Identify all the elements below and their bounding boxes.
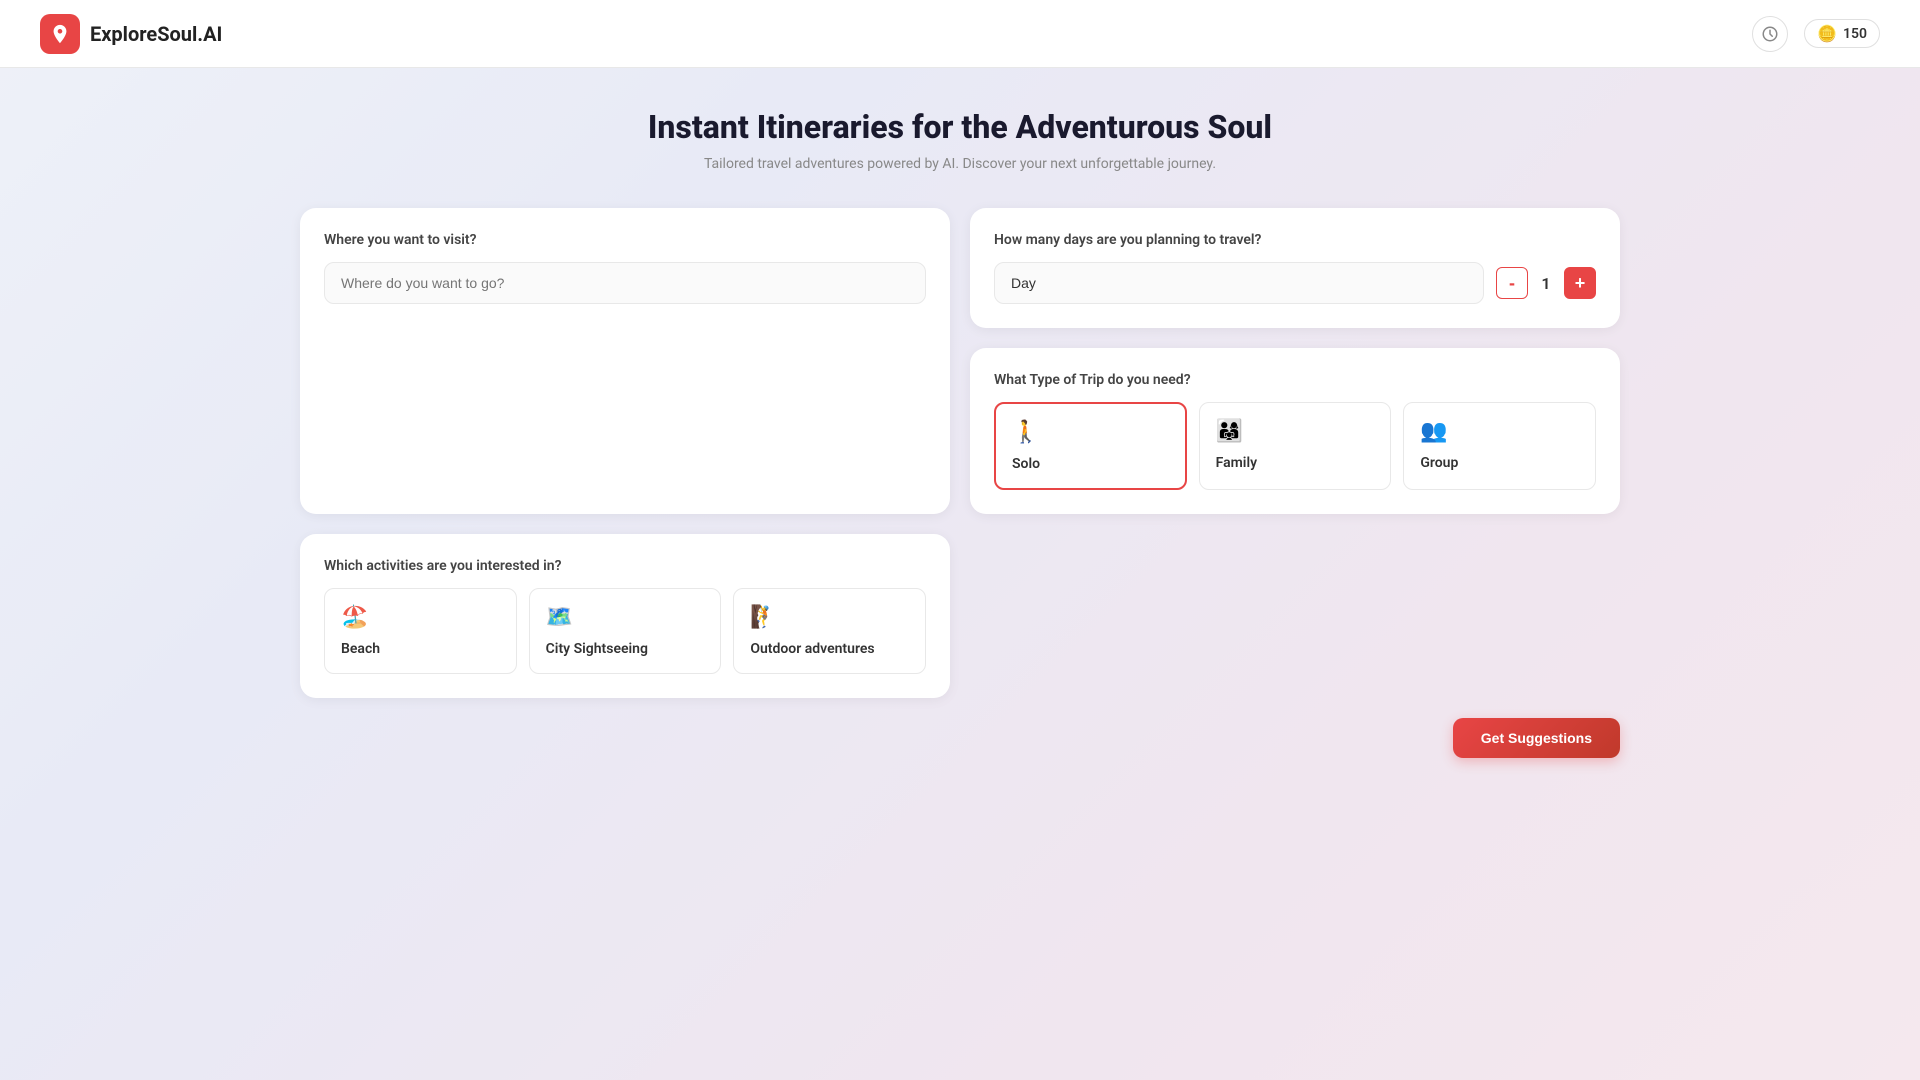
day-input[interactable] bbox=[994, 262, 1484, 304]
header-right: 🪙 150 bbox=[1752, 16, 1880, 52]
trip-type-label: What Type of Trip do you need? bbox=[994, 372, 1596, 388]
family-label: Family bbox=[1216, 455, 1257, 471]
trip-option-family[interactable]: 👨‍👩‍👧 Family bbox=[1199, 402, 1392, 490]
coins-icon: 🪙 bbox=[1817, 24, 1837, 43]
activities-options: 🏖️ Beach 🗺️ City Sightseeing 🧗 Outdoor a… bbox=[324, 588, 926, 674]
family-icon: 👨‍👩‍👧 bbox=[1216, 419, 1375, 444]
activities-label: Which activities are you interested in? bbox=[324, 558, 926, 574]
days-label: How many days are you planning to travel… bbox=[994, 232, 1596, 248]
hero-subtitle: Tailored travel adventures powered by AI… bbox=[300, 156, 1620, 172]
beach-label: Beach bbox=[341, 641, 380, 657]
location-card: Where you want to visit? bbox=[300, 208, 950, 514]
day-counter-row: - 1 + bbox=[994, 262, 1596, 304]
trip-option-solo[interactable]: 🚶 Solo bbox=[994, 402, 1187, 490]
main-content: Instant Itineraries for the Adventurous … bbox=[0, 68, 1920, 798]
trip-type-options: 🚶 Solo 👨‍👩‍👧 Family 👥 Group bbox=[994, 402, 1596, 490]
hero-title: Instant Itineraries for the Adventurous … bbox=[300, 108, 1620, 146]
cta-row: Get Suggestions bbox=[300, 718, 1620, 758]
city-sightseeing-label: City Sightseeing bbox=[546, 641, 648, 657]
clock-button[interactable] bbox=[1752, 16, 1788, 52]
decrement-button[interactable]: - bbox=[1496, 267, 1528, 299]
activity-option-outdoor-adventures[interactable]: 🧗 Outdoor adventures bbox=[733, 588, 926, 674]
beach-icon: 🏖️ bbox=[341, 605, 500, 630]
header: ExploreSoul.AI 🪙 150 bbox=[0, 0, 1920, 68]
trip-option-group[interactable]: 👥 Group bbox=[1403, 402, 1596, 490]
form-grid: Where you want to visit? How many days a… bbox=[300, 208, 1620, 698]
counter-controls: - 1 + bbox=[1496, 267, 1596, 299]
city-sightseeing-icon: 🗺️ bbox=[546, 605, 705, 630]
solo-label: Solo bbox=[1012, 456, 1040, 472]
day-count: 1 bbox=[1536, 274, 1556, 293]
days-card: How many days are you planning to travel… bbox=[970, 208, 1620, 328]
solo-icon: 🚶 bbox=[1012, 420, 1169, 445]
activity-option-beach[interactable]: 🏖️ Beach bbox=[324, 588, 517, 674]
get-suggestions-button[interactable]: Get Suggestions bbox=[1453, 718, 1620, 758]
logo-text: ExploreSoul.AI bbox=[90, 22, 222, 46]
increment-button[interactable]: + bbox=[1564, 267, 1596, 299]
outdoor-adventures-icon: 🧗 bbox=[750, 605, 909, 630]
logo-icon bbox=[40, 14, 80, 54]
outdoor-adventures-label: Outdoor adventures bbox=[750, 641, 874, 657]
coins-count: 150 bbox=[1843, 26, 1867, 42]
activities-card: Which activities are you interested in? … bbox=[300, 534, 950, 698]
coins-badge[interactable]: 🪙 150 bbox=[1804, 19, 1880, 48]
group-icon: 👥 bbox=[1420, 419, 1579, 444]
location-input[interactable] bbox=[324, 262, 926, 304]
activity-option-city-sightseeing[interactable]: 🗺️ City Sightseeing bbox=[529, 588, 722, 674]
logo-area: ExploreSoul.AI bbox=[40, 14, 222, 54]
trip-type-card: What Type of Trip do you need? 🚶 Solo 👨‍… bbox=[970, 348, 1620, 514]
group-label: Group bbox=[1420, 455, 1458, 471]
location-label: Where you want to visit? bbox=[324, 232, 926, 248]
